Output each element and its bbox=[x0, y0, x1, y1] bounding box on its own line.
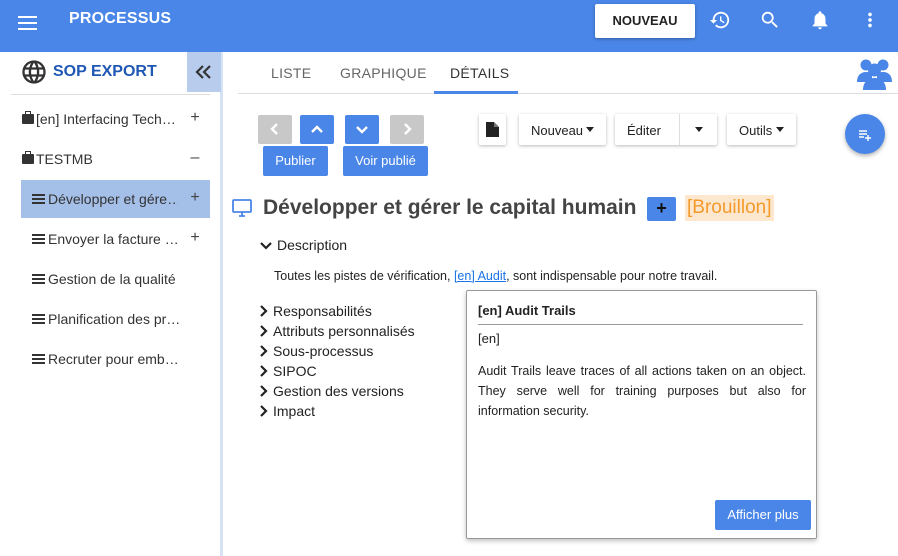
status-badge: [Brouillon] bbox=[685, 195, 774, 221]
add-button[interactable]: + bbox=[647, 197, 676, 221]
show-more-button[interactable]: Afficher plus bbox=[715, 500, 811, 530]
chevron-down-icon bbox=[356, 126, 368, 134]
expand-icon[interactable]: + bbox=[188, 189, 202, 207]
list-icon bbox=[32, 314, 45, 324]
chevron-up-icon bbox=[311, 125, 323, 133]
bell-icon[interactable] bbox=[809, 9, 831, 31]
tab-graphique[interactable]: GRAPHIQUE bbox=[340, 65, 427, 81]
double-chevron-left-icon bbox=[195, 65, 211, 79]
button-separator bbox=[679, 114, 680, 145]
chevron-right-icon bbox=[260, 365, 268, 377]
tab-details[interactable]: DÉTAILS bbox=[450, 65, 509, 81]
briefcase-icon bbox=[22, 111, 34, 124]
app-title: PROCESSUS bbox=[69, 10, 172, 27]
monitor-icon bbox=[232, 199, 252, 217]
sidebar-item-label: Gestion de la qualité bbox=[48, 271, 176, 287]
menu-icon[interactable] bbox=[17, 12, 39, 34]
collapse-icon[interactable]: – bbox=[188, 149, 202, 167]
sidebar-item-developper[interactable]: Développer et gére… + bbox=[21, 180, 210, 218]
popover-divider bbox=[478, 324, 803, 325]
chevron-right-icon bbox=[260, 405, 268, 417]
caret-down-icon bbox=[586, 127, 594, 132]
sidebar-item-interfacing[interactable]: [en] Interfacing Tech… + bbox=[21, 100, 210, 138]
sidebar-item-recruter[interactable]: Recruter pour emb… bbox=[21, 340, 210, 378]
document-icon bbox=[486, 122, 499, 137]
sidebar-item-testmb[interactable]: TESTMB – bbox=[21, 140, 210, 178]
list-icon bbox=[32, 274, 45, 284]
expand-icon[interactable]: + bbox=[188, 109, 202, 127]
history-icon[interactable] bbox=[709, 9, 731, 31]
chevron-right-icon bbox=[260, 305, 268, 317]
chevron-right-icon bbox=[260, 325, 268, 337]
sidebar-divider bbox=[11, 94, 210, 95]
active-tab-indicator bbox=[434, 91, 518, 94]
new-button[interactable]: NOUVEAU bbox=[595, 4, 695, 38]
section-label: SIPOC bbox=[273, 363, 317, 379]
sidebar-item-label: Planification des pr… bbox=[48, 311, 181, 327]
editer-button-group: Éditer bbox=[615, 114, 717, 145]
sidebar-border bbox=[220, 52, 223, 556]
next-button[interactable] bbox=[390, 115, 424, 144]
chevron-right-icon bbox=[404, 123, 412, 135]
popover-language: [en] bbox=[478, 331, 500, 346]
sidebar-item-label: [en] Interfacing Tech… bbox=[36, 111, 176, 127]
chevron-right-icon bbox=[260, 385, 268, 397]
sidebar-title: SOP EXPORT bbox=[53, 63, 157, 80]
sidebar-item-label: Développer et gére… bbox=[48, 191, 178, 207]
users-icon[interactable] bbox=[856, 56, 893, 90]
section-label: Impact bbox=[273, 403, 316, 419]
list-icon bbox=[32, 354, 45, 364]
app-bar: PROCESSUS NOUVEAU bbox=[0, 0, 898, 52]
chevron-down-icon bbox=[260, 242, 272, 250]
caret-down-icon bbox=[776, 127, 784, 132]
editer-button[interactable]: Éditer bbox=[627, 123, 661, 138]
sidebar-item-label: TESTMB bbox=[36, 151, 93, 167]
list-icon bbox=[32, 194, 45, 204]
sidebar-item-planification[interactable]: Planification des pr… bbox=[21, 300, 210, 338]
audit-link[interactable]: [en] Audit bbox=[454, 269, 506, 283]
sidebar-item-envoyer[interactable]: Envoyer la facture … + bbox=[21, 220, 210, 258]
outils-label: Outils bbox=[739, 123, 773, 138]
search-icon[interactable] bbox=[759, 9, 781, 31]
previous-button[interactable] bbox=[258, 115, 292, 144]
more-vert-icon[interactable] bbox=[859, 9, 881, 31]
collapse-sidebar-button[interactable] bbox=[187, 52, 221, 92]
popover-body: Audit Trails leave traces of all actions… bbox=[478, 364, 806, 418]
outils-dropdown[interactable]: Outils bbox=[727, 114, 796, 145]
document-button[interactable] bbox=[479, 114, 506, 145]
caret-down-icon[interactable] bbox=[695, 127, 703, 132]
sidebar-item-label: Recruter pour emb… bbox=[48, 351, 179, 367]
chevron-right-icon bbox=[260, 345, 268, 357]
list-icon bbox=[32, 234, 45, 244]
section-label: Attributs personnalisés bbox=[273, 323, 415, 339]
briefcase-icon bbox=[22, 151, 34, 164]
globe-icon bbox=[20, 58, 48, 86]
view-published-button[interactable]: Voir publié bbox=[343, 146, 428, 176]
section-label: Gestion des versions bbox=[273, 383, 404, 399]
playlist-add-icon bbox=[859, 130, 871, 141]
audit-trails-popover: [en] Audit Trails [en] Audit Trails leav… bbox=[466, 290, 817, 539]
tab-bar: LISTE GRAPHIQUE DÉTAILS bbox=[238, 52, 898, 94]
nouveau-dropdown[interactable]: Nouveau bbox=[519, 114, 606, 145]
expand-icon[interactable]: + bbox=[188, 229, 202, 247]
section-label: Responsabilités bbox=[273, 303, 372, 319]
sidebar-item-label: Envoyer la facture … bbox=[48, 231, 178, 247]
section-label: Sous-processus bbox=[273, 343, 374, 359]
popover-title: [en] Audit Trails bbox=[478, 303, 576, 318]
tab-liste[interactable]: LISTE bbox=[271, 65, 311, 81]
sidebar-item-qualite[interactable]: Gestion de la qualité bbox=[21, 260, 210, 298]
description-text: Toutes les pistes de vérification, [en] … bbox=[274, 269, 718, 283]
move-down-button[interactable] bbox=[345, 115, 379, 144]
chevron-left-icon bbox=[270, 123, 278, 135]
publish-button[interactable]: Publier bbox=[263, 146, 328, 176]
add-to-list-button[interactable] bbox=[845, 114, 885, 154]
description-label: Description bbox=[277, 237, 348, 253]
nouveau-label: Nouveau bbox=[531, 123, 584, 138]
move-up-button[interactable] bbox=[300, 115, 334, 144]
page-title: Développer et gérer le capital humain bbox=[263, 196, 637, 219]
